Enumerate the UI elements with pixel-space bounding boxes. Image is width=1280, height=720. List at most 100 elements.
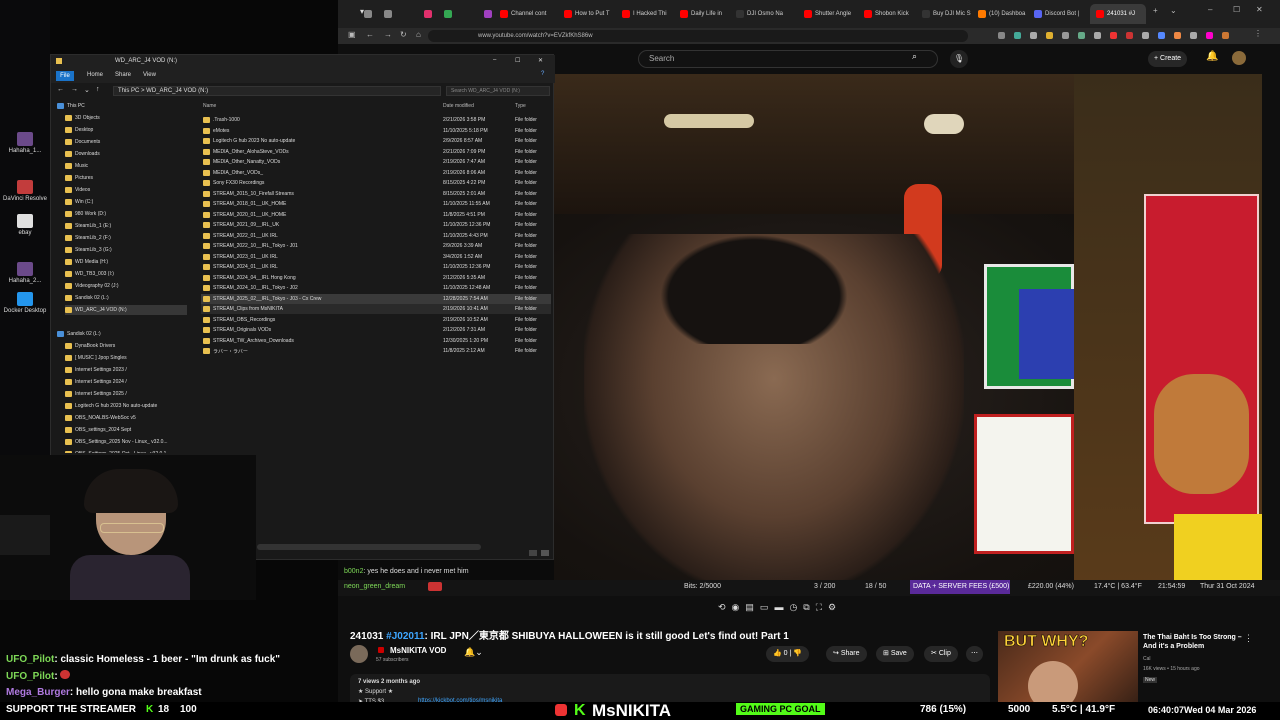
save-button[interactable]: ⊞ Save [876, 646, 914, 662]
extension-icon[interactable] [1142, 32, 1149, 39]
extension-icon[interactable] [1158, 32, 1165, 39]
up-button[interactable]: ↑ [96, 86, 100, 93]
bell-icon[interactable]: 🔔 [1206, 51, 1218, 62]
browser-tab[interactable]: I Hacked Thi [622, 6, 676, 22]
browser-tab[interactable] [384, 6, 398, 22]
desktop-shortcut[interactable]: Docker Desktop [3, 292, 47, 315]
sidebar-icon[interactable]: ▣ [348, 30, 356, 39]
browser-tab[interactable]: Channel cont [500, 6, 558, 22]
desktop-shortcut[interactable]: ebay [3, 214, 47, 237]
file-row[interactable]: STREAM_2020_01__UK_HOME 11/8/2025 4:51 PM… [201, 210, 551, 220]
loop-icon[interactable]: ⟲ [718, 602, 726, 616]
nav-tree-item[interactable]: Win (C:) [65, 197, 187, 207]
file-row[interactable]: Sony FX30 Recordings 8/15/2025 4:22 PM Fil… [201, 178, 551, 188]
desktop-shortcut[interactable]: Hahaha_2... [3, 262, 47, 285]
nav-tree-item[interactable] [57, 317, 187, 327]
nav-tree-item[interactable]: 980 Work (D:) [65, 209, 187, 219]
nav-tree-item[interactable]: SteamLib_1 (E:) [65, 221, 187, 231]
extension-icon[interactable] [1078, 32, 1085, 39]
ribbon-tab-share[interactable]: Share [115, 72, 131, 78]
nav-tree-item[interactable]: WD_ARC_J4 VOD (N:) [65, 305, 187, 315]
nav-tree-item[interactable]: Downloads [65, 149, 187, 159]
menu-icon[interactable]: ⋮ [1254, 29, 1262, 38]
nav-tree-item[interactable]: Internet Settings 2025 / [65, 389, 187, 399]
browser-tab[interactable]: Shutter Angle [804, 6, 860, 22]
nav-tree-item[interactable]: Documents [65, 137, 187, 147]
file-row[interactable]: MEDIA_Other_Nanatty_VODs 2/19/2026 7:47 A… [201, 157, 551, 167]
channel-avatar[interactable] [350, 645, 368, 663]
maximize-button[interactable]: ☐ [1233, 5, 1240, 14]
file-row[interactable]: STREAM_2015_10_Firefall Streams 8/15/2025… [201, 189, 551, 199]
browser-tab[interactable] [484, 6, 498, 22]
new-tab-button[interactable]: + [1153, 6, 1158, 15]
more-actions-button[interactable]: ⋯ [966, 646, 983, 662]
minimize-button[interactable]: – [1208, 5, 1212, 14]
nav-tree-item[interactable]: OBS_settings_2024 Sept [65, 425, 187, 435]
browser-tab[interactable] [364, 6, 378, 22]
nav-tree-item[interactable]: OBS_Settings_2025 Nov - Linux_ v32.0... [65, 437, 187, 447]
extension-icon[interactable] [1190, 32, 1197, 39]
file-row[interactable]: STREAM_OBS_Recordings 2/19/2026 10:52 AM F… [201, 315, 551, 325]
minimize-button[interactable]: – [493, 57, 496, 63]
browser-tab[interactable]: Daily Life in [680, 6, 732, 22]
reload-button[interactable]: ↻ [400, 30, 407, 39]
miniplayer-icon[interactable]: ▭ [760, 602, 769, 616]
back-button[interactable]: ← [57, 86, 64, 93]
browser-tab[interactable] [424, 6, 438, 22]
nav-tree-item[interactable]: Videography 02 (J:) [65, 281, 187, 291]
extension-icon[interactable] [1030, 32, 1037, 39]
home-button[interactable]: ⌂ [416, 30, 421, 39]
file-row[interactable]: STREAM_Clips from MsNIKITA 2/19/2026 10:4… [201, 304, 551, 314]
audio-icon[interactable]: ◉ [732, 602, 740, 616]
ribbon-tab-view[interactable]: View [143, 72, 156, 78]
pip-icon[interactable]: ⧉ [803, 602, 809, 616]
nav-tree-item[interactable]: Sandisk 02 (L:) [57, 329, 187, 339]
file-row[interactable]: STREAM_2022_01__UK IRL 11/10/2025 4:43 PM… [201, 231, 551, 241]
nav-tree-item[interactable]: Pictures [65, 173, 187, 183]
extension-icon[interactable] [1046, 32, 1053, 39]
help-icon[interactable]: ? [541, 71, 544, 77]
browser-tab[interactable]: Discord Bot | [1034, 6, 1086, 22]
browser-tab[interactable]: 241031 #J [1090, 4, 1146, 24]
rec-more-icon[interactable]: ⋮ [1244, 633, 1253, 644]
browser-tab[interactable]: (10) Dashboa [978, 6, 1030, 22]
nav-tree-item[interactable]: Music [65, 161, 187, 171]
share-button[interactable]: ↪ Share [826, 646, 867, 662]
maximize-button[interactable]: ☐ [515, 57, 520, 64]
search-input[interactable]: Search WD_ARC_J4 VOD (N:) [446, 86, 550, 96]
extension-icon[interactable] [1014, 32, 1021, 39]
nav-tree-item[interactable]: 3D Objects [65, 113, 187, 123]
title-hashtag[interactable]: #J02011 [386, 631, 424, 642]
like-button[interactable]: 👍 0 | 👎 [766, 646, 810, 662]
url-bar[interactable]: www.youtube.com/watch?v=EVZkfKhS86w [428, 30, 968, 42]
nav-tree-item[interactable]: SteamLib_2 (F:) [65, 233, 187, 243]
fullscreen-icon[interactable]: ⛶ [816, 602, 822, 616]
ribbon-tab-home[interactable]: Home [87, 72, 103, 78]
extension-icon[interactable] [998, 32, 1005, 39]
extension-icon[interactable] [1094, 32, 1101, 39]
column-type[interactable]: Type [515, 103, 526, 109]
nav-tree-item[interactable]: Videos [65, 185, 187, 195]
file-row[interactable]: eMotes 11/10/2025 5:18 PM File folder [201, 126, 551, 136]
file-row[interactable]: STREAM_2018_01__UK_HOME 11/10/2025 11:55 … [201, 199, 551, 209]
details-view-icon[interactable] [529, 550, 537, 556]
browser-tab[interactable]: Buy DJI Mic S [922, 6, 974, 22]
tab-list-chevron-icon[interactable]: ⌄ [1170, 6, 1177, 15]
file-row[interactable]: STREAM_2021_09__IRL_UK 11/10/2025 12:36 P… [201, 220, 551, 230]
nav-tree-item[interactable]: Internet Settings 2023 / [65, 365, 187, 375]
column-name[interactable]: Name [203, 103, 216, 109]
theater-icon[interactable]: ▬ [774, 602, 783, 616]
close-button[interactable]: ✕ [538, 57, 543, 64]
file-row[interactable]: STREAM_2025_02__IRL_Tokyo - J03 - Cx Cre… [201, 293, 551, 304]
file-row[interactable]: STREAM_2023_01__UK IRL 3/4/2026 1:52 AM Fi… [201, 252, 551, 262]
horizontal-scrollbar[interactable] [257, 544, 481, 550]
nav-tree-item[interactable]: DynaBook Drivers [65, 341, 187, 351]
file-row[interactable]: Logitech G hub 2023 No auto-update 2/9/20… [201, 136, 551, 146]
browser-tab[interactable]: How to Put T [564, 6, 618, 22]
notification-bell-icon[interactable]: 🔔⌄ [464, 647, 483, 658]
nav-tree-item[interactable]: Internet Settings 2024 / [65, 377, 187, 387]
file-row[interactable]: MEDIA_Other_AlohaSteve_VODs 2/21/2026 7:0… [201, 147, 551, 157]
search-input[interactable]: Search [638, 50, 938, 68]
file-row[interactable]: STREAM_2024_04__IRL Hong Kong 2/12/2026 5… [201, 273, 551, 283]
clip-button[interactable]: ✂ Clip [924, 646, 958, 662]
